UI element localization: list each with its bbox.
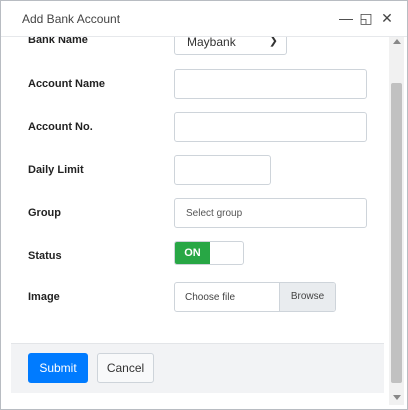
cancel-button[interactable]: Cancel <box>97 353 154 383</box>
form-body: Bank Name Maybank ❯ Account Name Account… <box>11 37 384 343</box>
scroll-down-icon[interactable] <box>393 395 401 400</box>
daily-limit-input[interactable] <box>174 155 271 185</box>
minimize-icon[interactable]: — <box>337 9 355 27</box>
dialog-titlebar: Add Bank Account — ◱ ✕ <box>1 1 407 37</box>
daily-limit-label: Daily Limit <box>28 164 84 176</box>
account-name-input[interactable] <box>174 69 367 99</box>
image-label: Image <box>28 291 60 303</box>
status-toggle-on: ON <box>175 242 210 264</box>
vertical-scrollbar[interactable] <box>389 37 404 405</box>
bank-name-select[interactable]: Maybank ❯ <box>174 37 287 55</box>
status-label: Status <box>28 250 62 262</box>
image-file-input[interactable]: Choose file Browse <box>174 282 336 312</box>
choose-file-text: Choose file <box>185 292 236 303</box>
close-icon[interactable]: ✕ <box>378 9 396 27</box>
bank-name-label: Bank Name <box>28 37 88 46</box>
account-no-input[interactable] <box>174 112 367 142</box>
group-select[interactable]: Select group <box>174 198 367 228</box>
group-label: Group <box>28 207 61 219</box>
account-name-label: Account Name <box>28 78 106 90</box>
submit-button[interactable]: Submit <box>28 353 88 383</box>
status-toggle[interactable]: ON <box>174 241 244 265</box>
add-bank-account-dialog: Add Bank Account — ◱ ✕ Bank Name Maybank… <box>0 0 408 410</box>
browse-button[interactable]: Browse <box>279 283 335 311</box>
dialog-footer: Submit Cancel <box>11 343 384 393</box>
bank-name-value: Maybank <box>187 37 236 49</box>
account-no-label: Account No. <box>28 121 93 133</box>
chevron-down-icon: ❯ <box>268 37 278 47</box>
maximize-icon[interactable]: ◱ <box>357 9 375 27</box>
scroll-thumb[interactable] <box>391 83 402 383</box>
scroll-up-icon[interactable] <box>393 39 401 44</box>
dialog-title: Add Bank Account <box>22 12 121 26</box>
